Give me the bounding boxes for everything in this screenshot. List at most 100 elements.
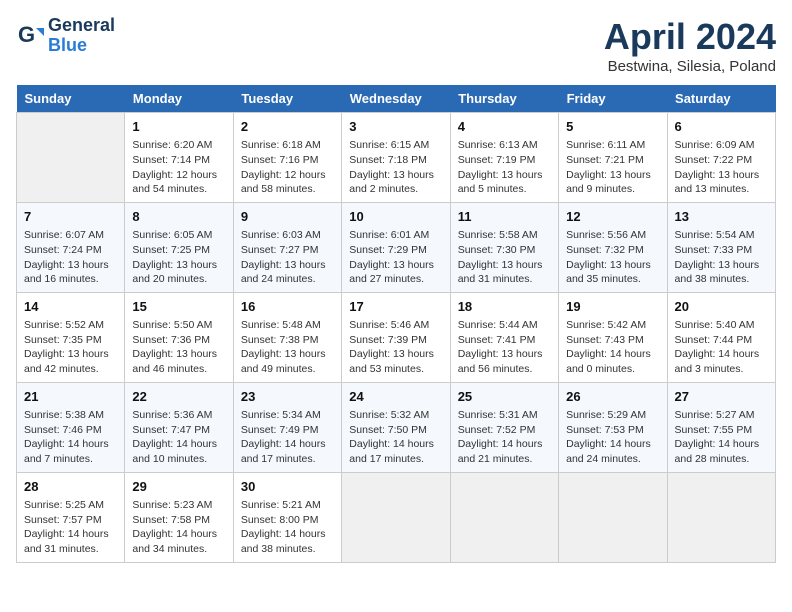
calendar-day-cell: 1Sunrise: 6:20 AMSunset: 7:14 PMDaylight… <box>125 113 233 203</box>
day-number: 25 <box>458 388 551 406</box>
day-info: Sunrise: 5:38 AMSunset: 7:46 PMDaylight:… <box>24 408 117 467</box>
calendar-day-cell: 24Sunrise: 5:32 AMSunset: 7:50 PMDayligh… <box>342 382 450 472</box>
day-number: 11 <box>458 208 551 226</box>
day-info: Sunrise: 5:48 AMSunset: 7:38 PMDaylight:… <box>241 318 334 377</box>
calendar-day-cell: 16 Sunrise: 5:48 AMSunset: 7:38 PMDayligh… <box>233 292 341 382</box>
calendar-body: 1Sunrise: 6:20 AMSunset: 7:14 PMDaylight… <box>17 113 776 563</box>
day-number: 15 <box>132 298 225 316</box>
day-info: Sunrise: 5:58 AMSunset: 7:30 PMDaylight:… <box>458 228 551 287</box>
calendar-day-cell: 2 Sunrise: 6:18 AMSunset: 7:16 PMDaylight… <box>233 113 341 203</box>
day-info: Sunrise: 5:46 AMSunset: 7:39 PMDaylight:… <box>349 318 442 377</box>
day-number: 30 <box>241 478 334 496</box>
calendar-day-cell: 29 Sunrise: 5:23 AMSunset: 7:58 PMDayligh… <box>125 472 233 562</box>
calendar-day-cell: 15Sunrise: 5:50 AMSunset: 7:36 PMDayligh… <box>125 292 233 382</box>
day-number: 16 <box>241 298 334 316</box>
weekday-header-row: SundayMondayTuesdayWednesdayThursdayFrid… <box>17 85 776 113</box>
day-number: 27 <box>675 388 768 406</box>
weekday-header-cell: Sunday <box>17 85 125 113</box>
calendar-week-row: 7 Sunrise: 6:07 AMSunset: 7:24 PMDaylight… <box>17 202 776 292</box>
day-info: Sunrise: 5:52 AMSunset: 7:35 PMDaylight:… <box>24 318 117 377</box>
day-number: 7 <box>24 208 117 226</box>
page-header: G GeneralBlue April 2024 Bestwina, Siles… <box>16 16 776 75</box>
month-title: April 2024 <box>604 16 776 58</box>
weekday-header-cell: Friday <box>559 85 667 113</box>
day-info: Sunrise: 5:44 AMSunset: 7:41 PMDaylight:… <box>458 318 551 377</box>
day-number: 2 <box>241 118 334 136</box>
calendar-week-row: 1Sunrise: 6:20 AMSunset: 7:14 PMDaylight… <box>17 113 776 203</box>
day-number: 4 <box>458 118 551 136</box>
day-number: 26 <box>566 388 659 406</box>
day-info: Sunrise: 6:11 AMSunset: 7:21 PMDaylight:… <box>566 138 659 197</box>
calendar-day-cell: 8 Sunrise: 6:05 AMSunset: 7:25 PMDaylight… <box>125 202 233 292</box>
day-number: 14 <box>24 298 117 316</box>
day-info: Sunrise: 5:27 AMSunset: 7:55 PMDaylight:… <box>675 408 768 467</box>
calendar-day-cell: 11 Sunrise: 5:58 AMSunset: 7:30 PMDayligh… <box>450 202 558 292</box>
weekday-header-cell: Wednesday <box>342 85 450 113</box>
logo-text: GeneralBlue <box>48 16 115 56</box>
day-info: Sunrise: 6:03 AMSunset: 7:27 PMDaylight:… <box>241 228 334 287</box>
day-number: 20 <box>675 298 768 316</box>
calendar-day-cell: 21 Sunrise: 5:38 AMSunset: 7:46 PMDayligh… <box>17 382 125 472</box>
calendar-day-cell: 25 Sunrise: 5:31 AMSunset: 7:52 PMDayligh… <box>450 382 558 472</box>
weekday-header-cell: Tuesday <box>233 85 341 113</box>
calendar-day-cell: 20 Sunrise: 5:40 AMSunset: 7:44 PMDayligh… <box>667 292 775 382</box>
calendar-day-cell: 27 Sunrise: 5:27 AMSunset: 7:55 PMDayligh… <box>667 382 775 472</box>
calendar-day-cell: 26 Sunrise: 5:29 AMSunset: 7:53 PMDayligh… <box>559 382 667 472</box>
day-info: Sunrise: 5:40 AMSunset: 7:44 PMDaylight:… <box>675 318 768 377</box>
calendar-week-row: 14 Sunrise: 5:52 AMSunset: 7:35 PMDayligh… <box>17 292 776 382</box>
calendar-day-cell: 5Sunrise: 6:11 AMSunset: 7:21 PMDaylight… <box>559 113 667 203</box>
day-number: 22 <box>132 388 225 406</box>
logo: G GeneralBlue <box>16 16 115 56</box>
svg-text:G: G <box>18 22 35 47</box>
calendar-day-cell: 23Sunrise: 5:34 AMSunset: 7:49 PMDayligh… <box>233 382 341 472</box>
day-number: 12 <box>566 208 659 226</box>
day-info: Sunrise: 5:29 AMSunset: 7:53 PMDaylight:… <box>566 408 659 467</box>
day-info: Sunrise: 5:54 AMSunset: 7:33 PMDaylight:… <box>675 228 768 287</box>
calendar-day-cell: 14 Sunrise: 5:52 AMSunset: 7:35 PMDayligh… <box>17 292 125 382</box>
day-info: Sunrise: 6:07 AMSunset: 7:24 PMDaylight:… <box>24 228 117 287</box>
day-info: Sunrise: 6:01 AMSunset: 7:29 PMDaylight:… <box>349 228 442 287</box>
day-number: 9 <box>241 208 334 226</box>
day-number: 21 <box>24 388 117 406</box>
day-number: 1 <box>132 118 225 136</box>
calendar-day-cell: 10 Sunrise: 6:01 AMSunset: 7:29 PMDayligh… <box>342 202 450 292</box>
calendar-day-cell: 19 Sunrise: 5:42 AMSunset: 7:43 PMDayligh… <box>559 292 667 382</box>
calendar-day-cell: 7 Sunrise: 6:07 AMSunset: 7:24 PMDaylight… <box>17 202 125 292</box>
calendar-table: SundayMondayTuesdayWednesdayThursdayFrid… <box>16 85 776 563</box>
day-number: 29 <box>132 478 225 496</box>
weekday-header-cell: Saturday <box>667 85 775 113</box>
calendar-day-cell <box>450 472 558 562</box>
day-info: Sunrise: 6:18 AMSunset: 7:16 PMDaylight:… <box>241 138 334 197</box>
weekday-header-cell: Monday <box>125 85 233 113</box>
calendar-day-cell <box>17 113 125 203</box>
day-number: 10 <box>349 208 442 226</box>
day-number: 17 <box>349 298 442 316</box>
day-number: 6 <box>675 118 768 136</box>
day-info: Sunrise: 6:13 AMSunset: 7:19 PMDaylight:… <box>458 138 551 197</box>
day-info: Sunrise: 5:25 AMSunset: 7:57 PMDaylight:… <box>24 498 117 557</box>
day-info: Sunrise: 6:15 AMSunset: 7:18 PMDaylight:… <box>349 138 442 197</box>
day-number: 19 <box>566 298 659 316</box>
day-info: Sunrise: 5:31 AMSunset: 7:52 PMDaylight:… <box>458 408 551 467</box>
calendar-day-cell: 12 Sunrise: 5:56 AMSunset: 7:32 PMDayligh… <box>559 202 667 292</box>
day-number: 13 <box>675 208 768 226</box>
calendar-day-cell <box>667 472 775 562</box>
day-number: 28 <box>24 478 117 496</box>
calendar-day-cell: 9 Sunrise: 6:03 AMSunset: 7:27 PMDaylight… <box>233 202 341 292</box>
calendar-day-cell: 4 Sunrise: 6:13 AMSunset: 7:19 PMDaylight… <box>450 113 558 203</box>
day-number: 23 <box>241 388 334 406</box>
calendar-day-cell: 28 Sunrise: 5:25 AMSunset: 7:57 PMDayligh… <box>17 472 125 562</box>
day-info: Sunrise: 5:56 AMSunset: 7:32 PMDaylight:… <box>566 228 659 287</box>
day-number: 8 <box>132 208 225 226</box>
day-info: Sunrise: 5:23 AMSunset: 7:58 PMDaylight:… <box>132 498 225 557</box>
calendar-day-cell: 17 Sunrise: 5:46 AMSunset: 7:39 PMDayligh… <box>342 292 450 382</box>
calendar-day-cell <box>559 472 667 562</box>
location-subtitle: Bestwina, Silesia, Poland <box>604 58 776 75</box>
calendar-day-cell: 6Sunrise: 6:09 AMSunset: 7:22 PMDaylight… <box>667 113 775 203</box>
calendar-day-cell: 3 Sunrise: 6:15 AMSunset: 7:18 PMDaylight… <box>342 113 450 203</box>
day-info: Sunrise: 6:05 AMSunset: 7:25 PMDaylight:… <box>132 228 225 287</box>
logo-icon: G <box>16 22 44 50</box>
day-number: 3 <box>349 118 442 136</box>
day-info: Sunrise: 5:42 AMSunset: 7:43 PMDaylight:… <box>566 318 659 377</box>
calendar-week-row: 21 Sunrise: 5:38 AMSunset: 7:46 PMDayligh… <box>17 382 776 472</box>
